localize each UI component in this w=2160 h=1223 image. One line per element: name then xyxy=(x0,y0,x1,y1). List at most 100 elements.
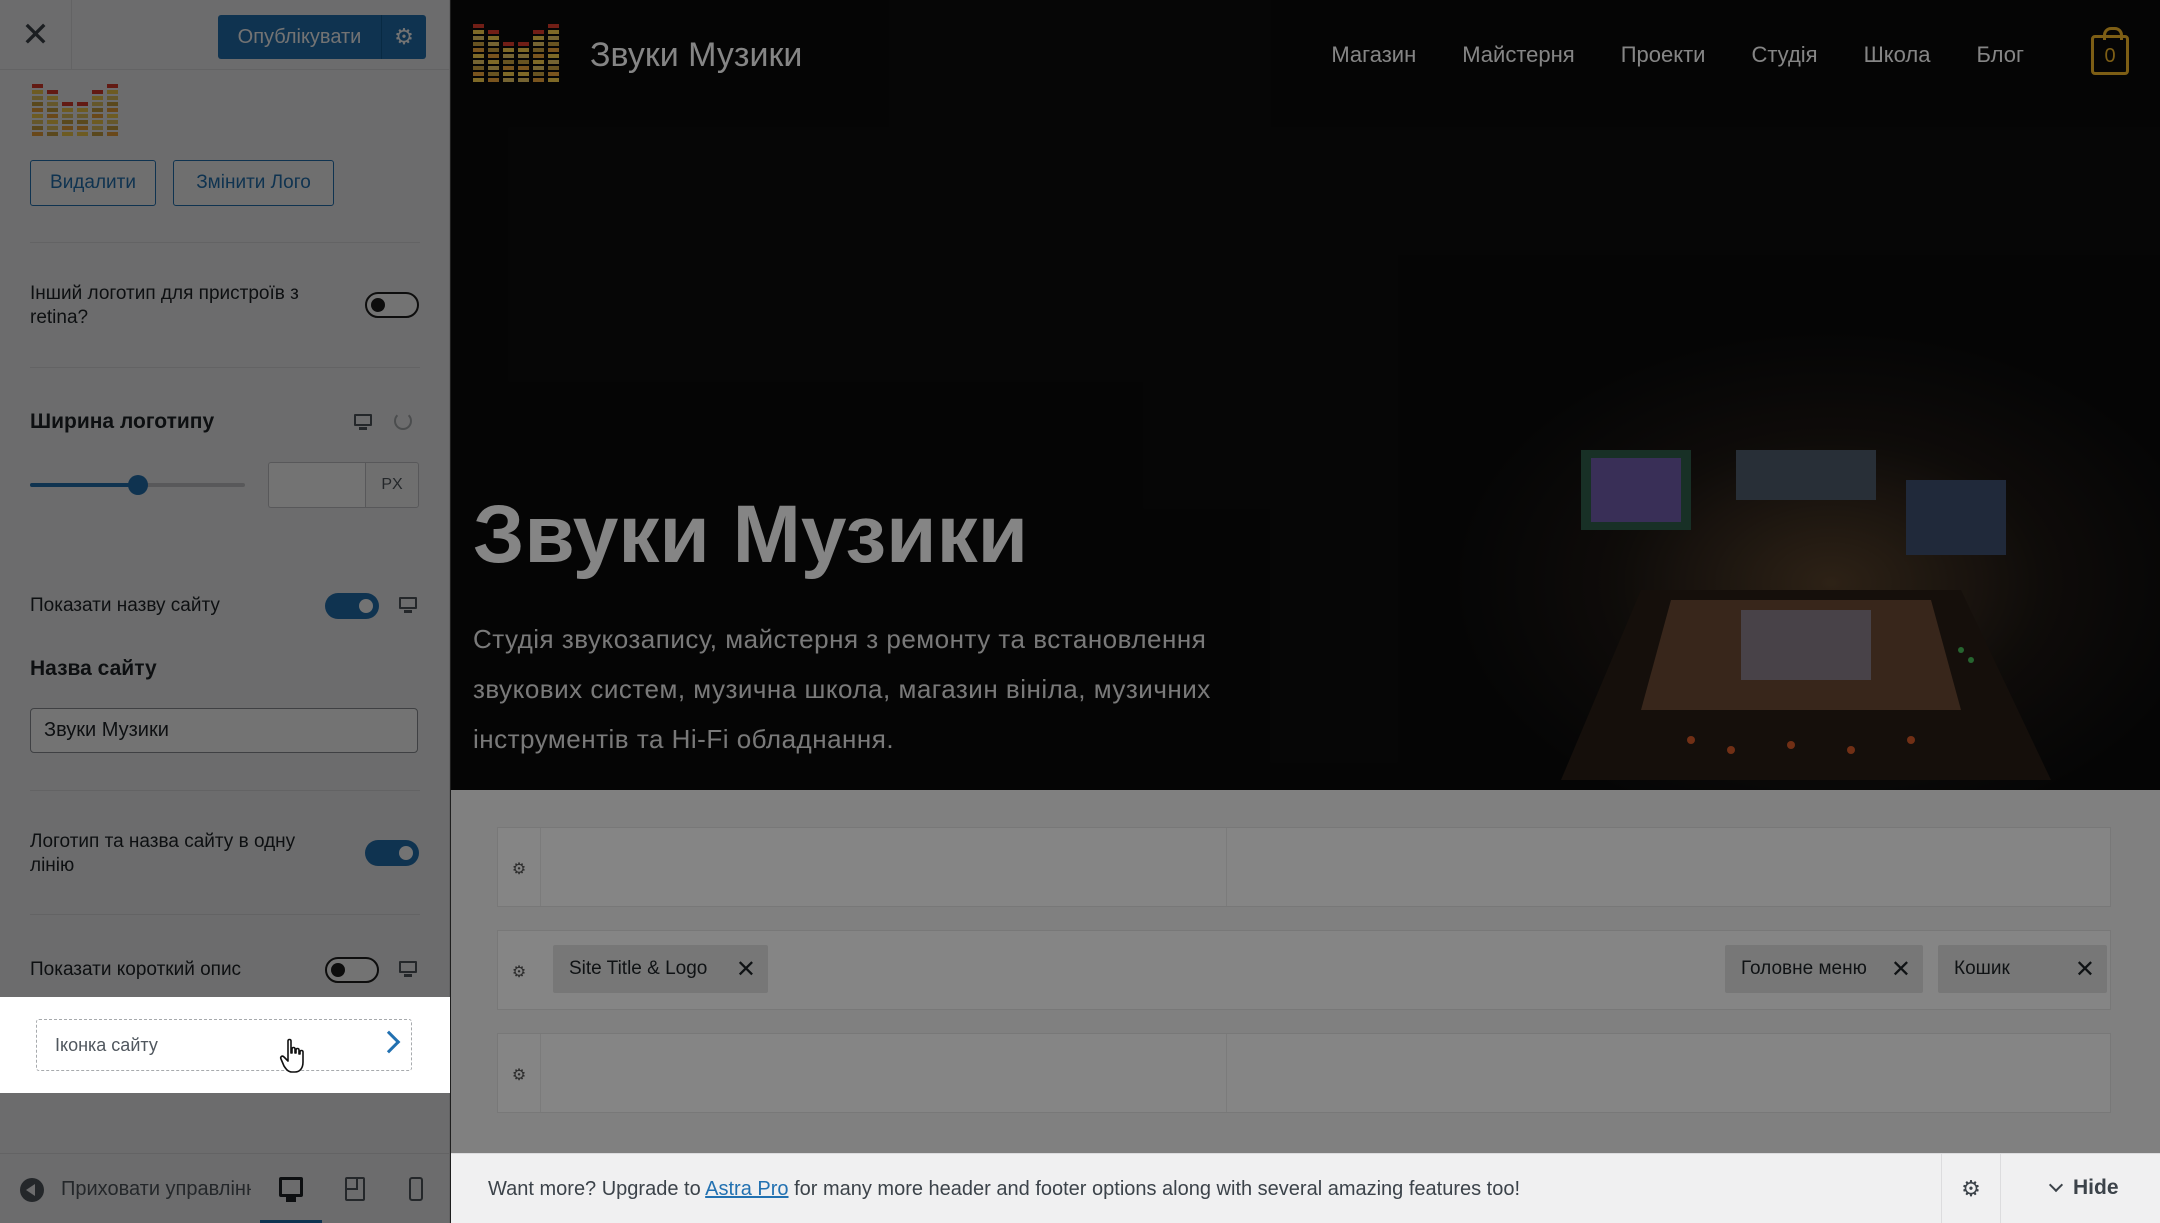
site-icon-label: Іконка сайту xyxy=(55,1034,158,1055)
mixing-console-image xyxy=(1561,450,2051,780)
builder-chip-main-menu[interactable]: Головне меню ✕ xyxy=(1725,945,1923,993)
retina-logo-label: Інший логотип для пристроїв з retina? xyxy=(30,283,299,328)
mobile-icon xyxy=(409,1177,423,1201)
upgrade-notice: Want more? Upgrade to Astra Pro for many… xyxy=(488,1178,1520,1201)
site-icon-row[interactable]: Іконка сайту xyxy=(36,1019,412,1071)
desktop-responsive-icon[interactable] xyxy=(354,414,372,430)
preview-tablet-button[interactable] xyxy=(324,1154,386,1223)
tablet-icon xyxy=(345,1177,365,1201)
nav-item-studio[interactable]: Студія xyxy=(1751,42,1817,68)
desktop-responsive-icon[interactable] xyxy=(399,597,417,613)
site-title-heading: Назва сайту xyxy=(30,657,157,680)
hide-controls-button[interactable]: Приховати управління xyxy=(61,1178,251,1201)
row-settings-gear-icon[interactable]: ⚙ xyxy=(506,959,532,985)
divider xyxy=(540,1034,541,1112)
nav-item-school[interactable]: Школа xyxy=(1864,42,1931,68)
toggle-knob xyxy=(331,963,345,977)
toggle-knob xyxy=(359,599,373,613)
cart-count: 0 xyxy=(2104,45,2116,67)
logo-bar xyxy=(488,30,499,82)
astra-pro-link[interactable]: Astra Pro xyxy=(705,1178,788,1200)
publish-button[interactable]: Опублікувати xyxy=(218,15,382,59)
collapse-arrow-icon[interactable] xyxy=(20,1178,44,1202)
divider xyxy=(30,367,420,368)
desktop-icon xyxy=(279,1177,303,1202)
logo-bar xyxy=(32,84,43,136)
close-icon[interactable]: ✕ xyxy=(0,0,72,70)
logo-bar xyxy=(107,84,118,136)
show-tagline-label: Показати короткий опис xyxy=(30,959,242,980)
hand-cursor-icon xyxy=(279,1038,304,1073)
site-title-link[interactable]: Звуки Музики xyxy=(590,36,802,75)
logo-bar xyxy=(518,42,529,82)
divider xyxy=(1226,828,1227,906)
cart-icon[interactable]: 0 xyxy=(2091,27,2129,75)
panel-footer: Приховати управління xyxy=(0,1153,450,1223)
change-logo-button[interactable]: Змінити Лого xyxy=(173,160,334,206)
logo-bar xyxy=(62,102,73,136)
desktop-responsive-icon[interactable] xyxy=(399,961,417,977)
site-preview: Звуки Музики Магазин Майстерня Проекти С… xyxy=(451,0,2160,1223)
toggle-knob xyxy=(371,298,385,312)
publish-group: Опублікувати ⚙ xyxy=(218,15,426,59)
divider xyxy=(30,914,420,915)
logo-bar xyxy=(473,24,484,82)
nav-item-shop[interactable]: Магазин xyxy=(1331,42,1416,68)
builder-row-below[interactable]: ⚙ xyxy=(497,1033,2111,1113)
builder-chip-site-title-logo[interactable]: Site Title & Logo ✕ xyxy=(553,945,768,993)
show-site-title-toggle[interactable] xyxy=(325,593,379,619)
upgrade-notice-bar: Want more? Upgrade to Astra Pro for many… xyxy=(451,1153,2160,1223)
divider xyxy=(30,242,420,243)
row-settings-gear-icon[interactable]: ⚙ xyxy=(506,1062,532,1088)
slider-thumb[interactable] xyxy=(127,475,148,495)
hero-section: Звуки Музики Магазин Майстерня Проекти С… xyxy=(451,0,2160,790)
logo-bar xyxy=(47,90,58,136)
builder-chip-cart[interactable]: Кошик ✕ xyxy=(1938,945,2107,993)
upgrade-text: for many more header and footer options … xyxy=(788,1178,1521,1200)
divider xyxy=(540,828,541,906)
hide-label: Hide xyxy=(2073,1176,2119,1199)
site-logo[interactable] xyxy=(473,24,559,82)
slider-fill xyxy=(30,483,138,487)
logo-bar xyxy=(548,24,559,82)
chevron-right-icon xyxy=(377,1030,401,1054)
remove-chip-icon[interactable]: ✕ xyxy=(1891,955,1911,984)
logo-width-unit[interactable]: PX xyxy=(365,462,419,508)
builder-settings-gear-icon[interactable]: ⚙ xyxy=(1941,1154,2001,1223)
logo-bar xyxy=(533,30,544,82)
logo-bar xyxy=(503,42,514,82)
nav-item-blog[interactable]: Блог xyxy=(1976,42,2024,68)
preview-desktop-button[interactable] xyxy=(260,1154,322,1223)
logo-width-title: Ширина логотипу xyxy=(30,410,215,433)
chevron-down-icon xyxy=(2048,1177,2064,1193)
hero-description: Студія звукозапису, майстерня з ремонту … xyxy=(473,624,1211,754)
inline-logo-label: Логотип та назва сайту в одну лінію xyxy=(30,831,296,876)
hide-builder-button[interactable]: Hide xyxy=(2048,1176,2119,1200)
divider xyxy=(30,790,420,791)
logo-width-slider[interactable] xyxy=(30,475,245,495)
preview-mobile-button[interactable] xyxy=(385,1154,447,1223)
logo-bar xyxy=(92,90,103,136)
primary-menu: Магазин Майстерня Проекти Студія Школа Б… xyxy=(1331,42,2024,68)
logo-thumbnail xyxy=(32,84,118,136)
logo-bar xyxy=(77,102,88,136)
logo-width-input[interactable] xyxy=(268,462,366,508)
header-builder: ⚙ ⚙ Site Title & Logo ✕ Головне меню ✕ К… xyxy=(451,790,2160,1153)
site-title-input[interactable]: Звуки Музики xyxy=(30,708,418,753)
remove-logo-button[interactable]: Видалити xyxy=(30,160,156,206)
reset-icon[interactable] xyxy=(394,412,412,430)
remove-chip-icon[interactable]: ✕ xyxy=(736,955,756,984)
nav-item-workshop[interactable]: Майстерня xyxy=(1462,42,1574,68)
builder-row-primary[interactable]: ⚙ Site Title & Logo ✕ Головне меню ✕ Кош… xyxy=(497,930,2111,1010)
upgrade-text: Want more? Upgrade to xyxy=(488,1178,706,1200)
publish-settings-gear-icon[interactable]: ⚙ xyxy=(382,15,426,59)
row-settings-gear-icon[interactable]: ⚙ xyxy=(506,856,532,882)
show-tagline-toggle[interactable] xyxy=(325,957,379,983)
nav-item-projects[interactable]: Проекти xyxy=(1621,42,1706,68)
show-site-title-label: Показати назву сайту xyxy=(30,595,220,616)
toggle-knob xyxy=(399,846,413,860)
builder-row-above[interactable]: ⚙ xyxy=(497,827,2111,907)
retina-logo-toggle[interactable] xyxy=(365,292,419,318)
inline-logo-toggle[interactable] xyxy=(365,840,419,866)
remove-chip-icon[interactable]: ✕ xyxy=(2075,955,2095,984)
